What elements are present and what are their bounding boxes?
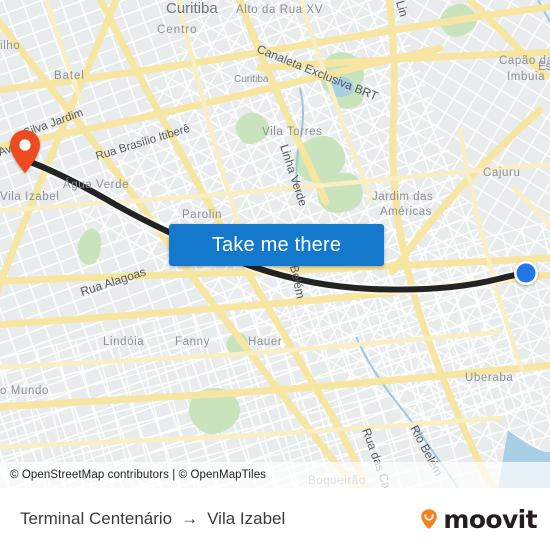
svg-text:Lindóia: Lindóia (103, 336, 144, 348)
svg-text:Água Verde: Água Verde (63, 178, 129, 191)
svg-text:Uberaba: Uberaba (465, 372, 513, 384)
svg-text:Hauer: Hauer (248, 336, 282, 348)
bottom-bar: Terminal Centenário → Vila Izabel moovit (0, 488, 550, 550)
svg-text:ilho: ilho (0, 40, 20, 52)
svg-text:Vila Torres: Vila Torres (262, 126, 323, 138)
arrow-right-icon: → (181, 509, 199, 528)
svg-text:Américas: Américas (380, 206, 432, 218)
journey-origin: Terminal Centenário (20, 509, 173, 528)
journey-summary: Terminal Centenário → Vila Izabel (20, 509, 285, 529)
svg-text:Es: Es (538, 61, 550, 73)
svg-text:Vila Izabel: Vila Izabel (0, 191, 59, 203)
moovit-route-screenshot: Curitiba Centro Alto da Rua XV ilho Bate… (0, 0, 550, 550)
moovit-wordmark: moovit (443, 504, 537, 534)
svg-text:Batel: Batel (54, 70, 85, 82)
map-attribution: © OpenStreetMap contributors | © OpenMap… (0, 462, 550, 488)
svg-text:Curitiba: Curitiba (234, 74, 269, 85)
take-me-there-button[interactable]: Take me there (169, 224, 384, 266)
svg-text:Parolin: Parolin (182, 209, 222, 221)
moovit-pin-icon (421, 509, 438, 529)
destination-dot[interactable] (514, 261, 538, 285)
svg-text:Alto da Rua XV: Alto da Rua XV (236, 4, 323, 16)
moovit-logo[interactable]: moovit (417, 504, 538, 534)
svg-text:Fanny: Fanny (175, 336, 210, 348)
svg-text:Curitiba: Curitiba (166, 0, 218, 17)
svg-text:Centro: Centro (157, 24, 198, 36)
journey-destination: Vila Izabel (207, 509, 286, 528)
svg-text:Cajuru: Cajuru (483, 167, 520, 179)
svg-text:Jardim das: Jardim das (372, 191, 433, 203)
svg-text:o Mundo: o Mundo (0, 385, 49, 397)
